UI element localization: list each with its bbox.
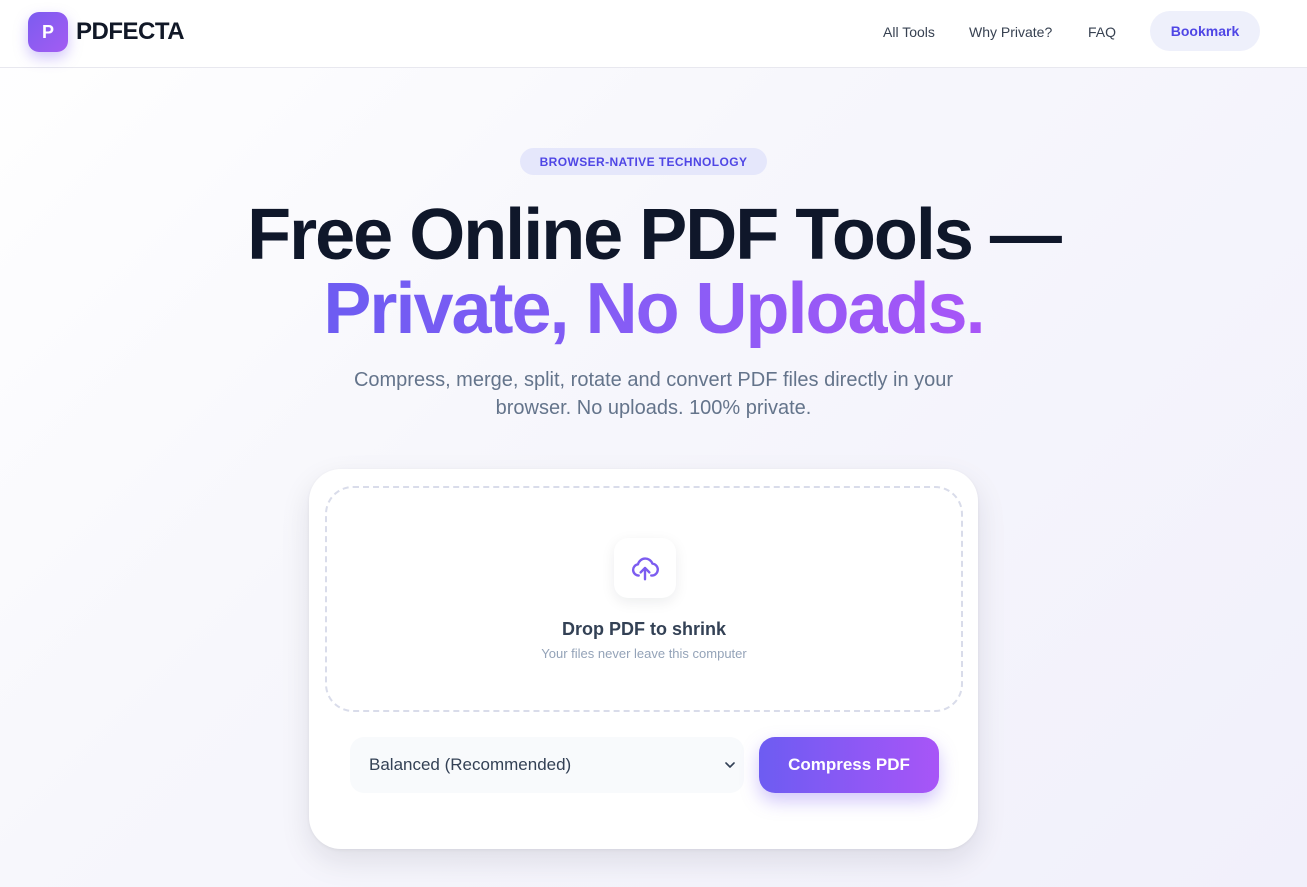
bookmark-button[interactable]: Bookmark (1150, 11, 1260, 51)
drop-subtitle: Your files never leave this computer (541, 646, 747, 661)
nav-why-private[interactable]: Why Private? (969, 24, 1052, 40)
upload-icon-container (614, 538, 676, 598)
site-header: P PDFECTA All Tools Why Private? FAQ Boo… (0, 0, 1307, 68)
cloud-upload-icon (631, 557, 659, 581)
hero-title-highlight: Private, No Uploads. (0, 264, 1307, 354)
compress-pdf-button[interactable]: Compress PDF (759, 737, 939, 793)
compress-tool-card: Drop PDF to shrink Your files never leav… (309, 469, 978, 849)
nav-all-tools[interactable]: All Tools (883, 24, 935, 40)
logo-icon[interactable]: P (28, 12, 68, 52)
brand-name[interactable]: PDFECTA (76, 18, 185, 46)
pdf-dropzone[interactable]: Drop PDF to shrink Your files never leav… (325, 486, 963, 712)
hero-subtitle: Compress, merge, split, rotate and conve… (353, 369, 954, 419)
compression-level-select[interactable]: Balanced (Recommended) (350, 737, 744, 793)
hero-title-gradient-text: Private, No Uploads. (323, 269, 985, 349)
drop-title: Drop PDF to shrink (561, 619, 726, 639)
compression-level-value: Balanced (Recommended) (369, 755, 572, 774)
nav-faq[interactable]: FAQ (1088, 24, 1116, 40)
chevron-down-icon (725, 762, 735, 768)
technology-badge: BROWSER-NATIVE TECHNOLOGY (520, 148, 767, 175)
